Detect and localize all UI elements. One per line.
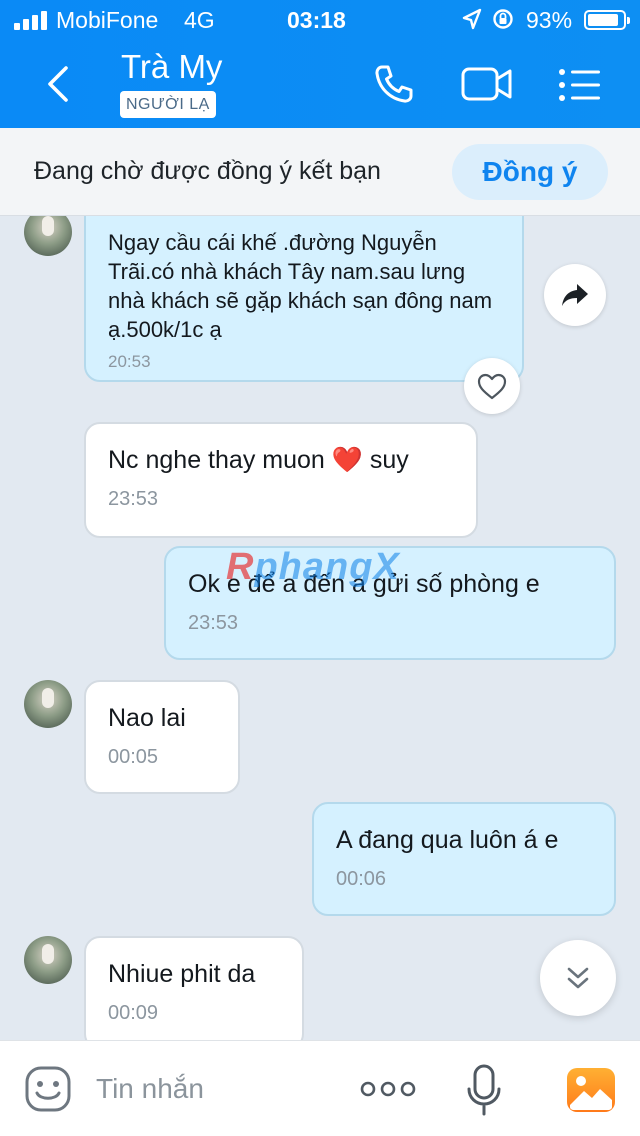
message-bubble[interactable]: Ngay cầu cái khế .đường Nguyễn Trãi.có n… [84,216,524,382]
heart-icon [477,373,507,400]
battery-icon [584,10,630,30]
message-text: Nc nghe thay muon ❤️ suy [108,446,409,474]
more-button[interactable] [360,1079,416,1104]
image-icon [567,1068,615,1112]
message-text: Ngay cầu cái khế .đường Nguyễn Trãi.có n… [108,230,493,342]
double-chevron-down-icon [567,967,589,989]
forward-icon [562,284,588,306]
more-icon [360,1081,416,1097]
voice-button[interactable] [466,1063,502,1122]
call-button[interactable] [372,62,416,111]
microphone-icon [467,1064,501,1116]
chat-header: MobiFone 4G 03:18 93% Trà My NGƯỜI LẠ [0,0,640,128]
message-time: 00:09 [108,1002,159,1024]
avatar[interactable] [24,680,72,728]
battery-percent: 93% [526,7,573,33]
video-call-icon [461,67,512,101]
message-time: 23:53 [108,488,159,510]
message-time: 23:53 [188,612,239,634]
video-call-button[interactable] [460,64,514,109]
network-type: 4G [184,7,215,33]
watermark-logo: RphangX [226,546,400,588]
back-icon [48,66,68,102]
emoji-icon [25,1066,71,1112]
carrier-name: MobiFone [56,7,159,33]
message-bubble[interactable]: Nhiue phit da 00:09 [84,936,304,1040]
rotation-lock-icon [493,9,513,29]
signal-icon [14,10,47,30]
status-icons [462,8,514,30]
menu-button[interactable] [558,68,602,107]
image-button[interactable] [566,1067,616,1118]
scroll-to-bottom-button[interactable] [540,940,616,1016]
message-list[interactable]: Ngay cầu cái khế .đường Nguyễn Trãi.có n… [0,216,640,1040]
message-text: Nhiue phit da [108,960,256,988]
status-bar: MobiFone 4G 03:18 93% [0,0,640,40]
avatar[interactable] [24,936,72,984]
like-button[interactable] [464,358,520,414]
menu-icon [559,69,600,101]
back-button[interactable] [38,60,78,108]
message-time: 20:53 [108,352,151,371]
contact-name[interactable]: Trà My [121,48,222,86]
message-bubble[interactable]: Nc nghe thay muon ❤️ suy 23:53 [84,422,478,538]
message-text: A đang qua luôn á e [336,826,559,854]
composer-bar: Tin nhắn [0,1040,640,1136]
location-icon [462,8,482,30]
friend-request-bar: Đang chờ được đồng ý kết bạn Đồng ý [0,128,640,216]
avatar[interactable] [24,216,72,256]
message-time: 00:06 [336,868,387,890]
message-input[interactable]: Tin nhắn [96,1073,204,1105]
message-bubble[interactable]: Nao lai 00:05 [84,680,240,794]
emoji-button[interactable] [24,1065,72,1118]
status-time: 03:18 [287,7,346,33]
message-bubble[interactable]: A đang qua luôn á e 00:06 [312,802,616,916]
forward-button[interactable] [544,264,606,326]
phone-icon [375,65,413,103]
request-status-text: Đang chờ được đồng ý kết bạn [34,157,381,185]
stranger-badge: NGƯỜI LẠ [120,91,216,118]
message-time: 00:05 [108,746,159,768]
message-text: Nao lai [108,704,186,732]
accept-button[interactable]: Đồng ý [452,144,608,200]
